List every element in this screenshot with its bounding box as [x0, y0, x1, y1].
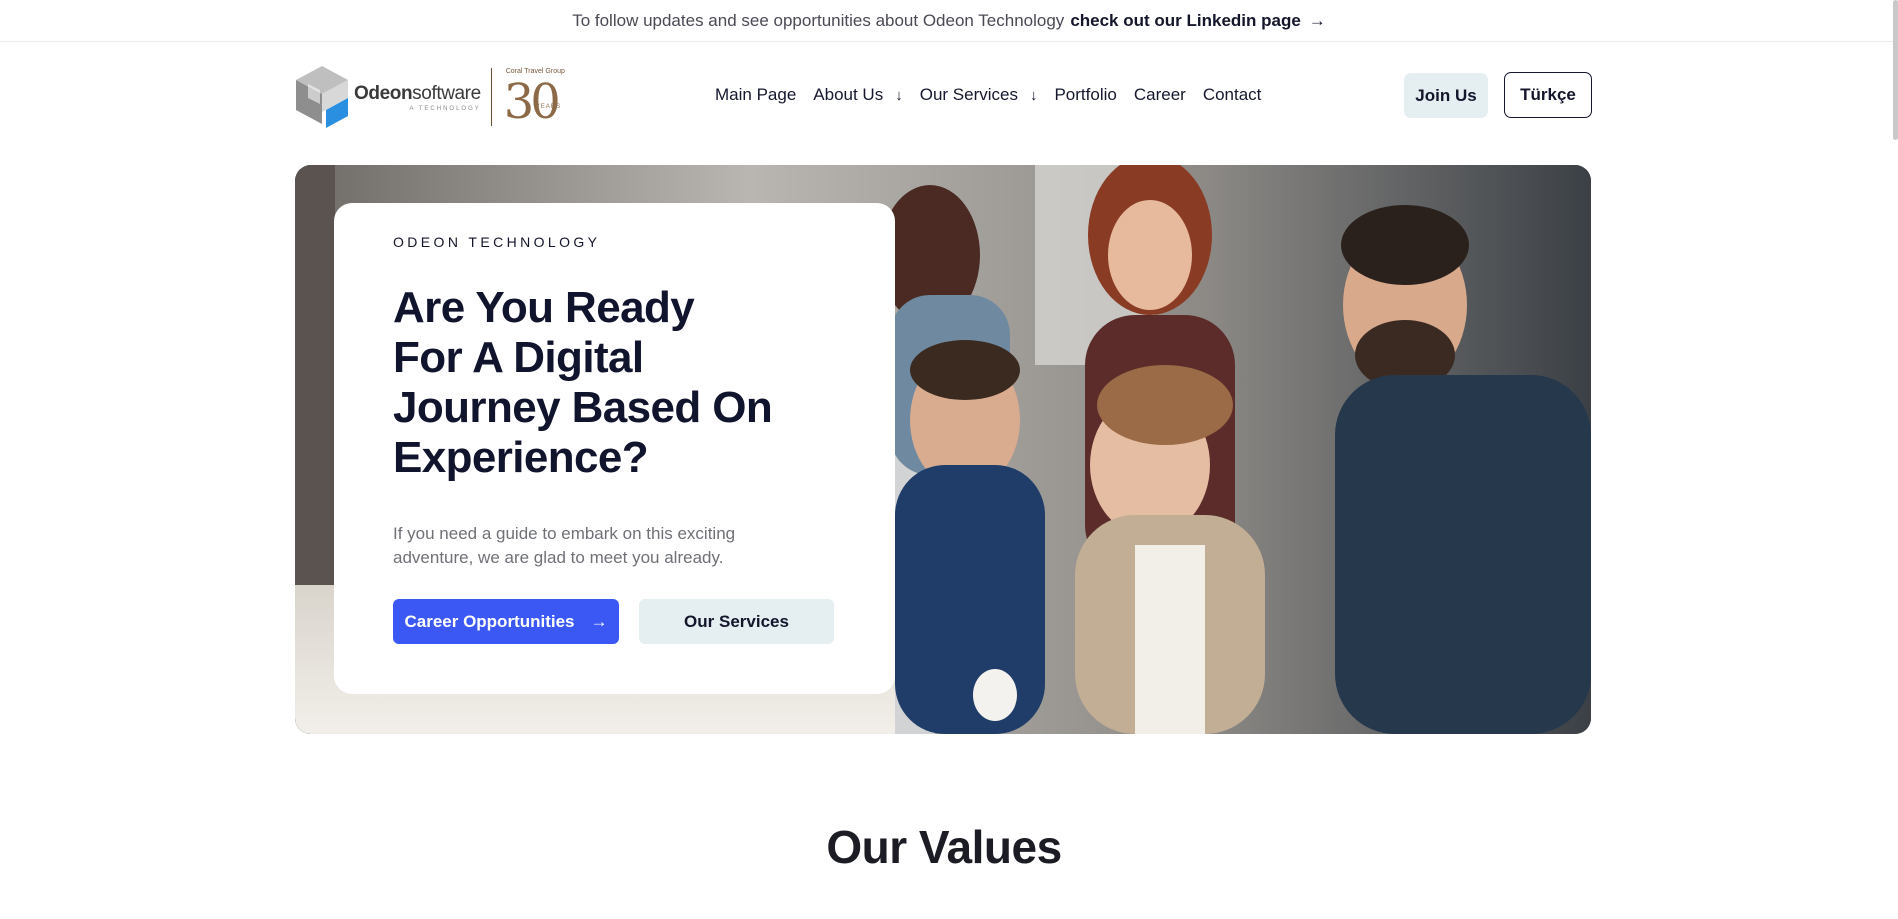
nav-item-label: Main Page	[715, 85, 797, 104]
announcement-text: To follow updates and see opportunities …	[572, 10, 1065, 30]
arrow-down-icon: ↓	[895, 86, 903, 104]
arrow-down-icon: ↓	[1029, 86, 1038, 104]
anniversary-badge: Coral Travel Group 30 YEARS	[502, 66, 568, 130]
nav-item-our-services[interactable]: Our Services ↓	[920, 85, 1038, 105]
cube-logo-icon	[294, 64, 350, 130]
hero-card: ODEON TECHNOLOGY Are You Ready For A Dig…	[334, 203, 895, 694]
join-us-button[interactable]: Join Us	[1404, 73, 1488, 118]
hero-headline: Are You Ready For A Digital Journey Base…	[393, 283, 773, 482]
nav-item-career[interactable]: Career	[1134, 85, 1186, 105]
arrow-right-icon[interactable]: →	[1309, 11, 1326, 31]
hero-lead-text: If you need a guide to embark on this ex…	[393, 524, 736, 567]
hero-eyebrow: ODEON TECHNOLOGY	[393, 234, 601, 250]
logo-name-bold: Odeon	[354, 82, 413, 104]
logo-name-light: software	[412, 82, 481, 104]
nav-item-about-us[interactable]: About Us ↓	[813, 85, 902, 105]
nav-item-portfolio[interactable]: Portfolio	[1054, 85, 1116, 105]
our-services-button[interactable]: Our Services	[639, 599, 834, 644]
arrow-right-icon: →	[590, 611, 608, 631]
main-nav: Main Page About Us ↓ Our Services ↓ Port…	[715, 82, 1278, 108]
nav-item-main-page[interactable]: Main Page	[715, 85, 796, 105]
announcement-bar: To follow updates and see opportunities …	[0, 0, 1898, 42]
button-label: Career Opportunities	[404, 611, 575, 631]
nav-item-contact[interactable]: Contact	[1203, 85, 1262, 105]
nav-item-label: Career	[1133, 85, 1186, 104]
nav-item-label: Contact	[1202, 85, 1262, 104]
logo-subtitle: A TECHNOLOGY	[409, 105, 481, 112]
linkedin-link[interactable]: check out our Linkedin page	[1070, 11, 1300, 31]
scrollbar-thumb[interactable]	[1893, 0, 1898, 140]
anniversary-number: 30	[503, 74, 561, 130]
site-logo[interactable]: Odeonsoftware A TECHNOLOGY Coral Travel …	[294, 62, 568, 132]
section-title-our-values: Our Values	[826, 821, 1062, 873]
language-switch-button[interactable]: Türkçe	[1504, 72, 1592, 118]
logo-divider	[490, 68, 492, 126]
nav-item-label: Our Services	[919, 85, 1018, 104]
nav-item-label: Portfolio	[1054, 85, 1117, 104]
logo-wordmark: Odeonsoftware A TECHNOLOGY	[354, 83, 481, 112]
anniversary-word: YEARS	[535, 104, 562, 110]
career-opportunities-button[interactable]: Career Opportunities →	[393, 599, 619, 644]
nav-item-label: About Us	[813, 85, 884, 104]
